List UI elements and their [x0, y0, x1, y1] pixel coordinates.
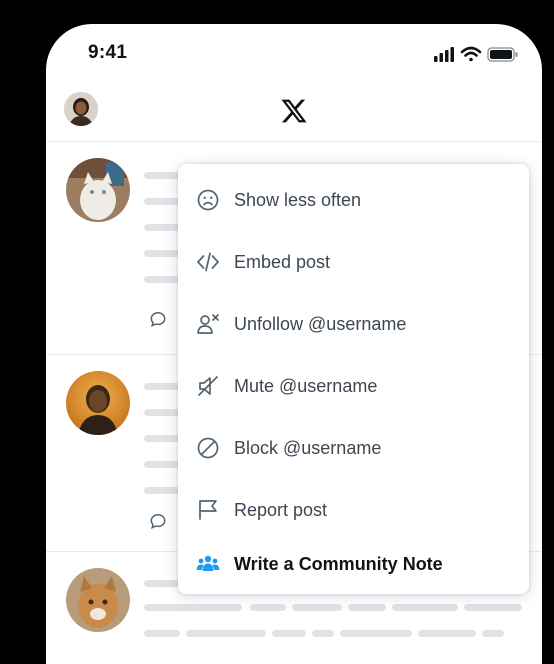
menu-item-mute[interactable]: Mute @username — [178, 357, 529, 415]
battery-icon — [487, 47, 518, 62]
placeholder-line — [418, 630, 476, 637]
reply-icon[interactable] — [148, 309, 168, 329]
wifi-icon — [460, 46, 482, 62]
profile-avatar[interactable] — [64, 92, 98, 126]
placeholder-line — [482, 630, 504, 637]
status-icons-svg — [434, 46, 518, 62]
signal-icon — [434, 47, 454, 62]
avatar-person-icon — [64, 92, 98, 126]
frown-face-icon — [197, 189, 219, 211]
mute-speaker-icon — [198, 376, 218, 396]
placeholder-line — [312, 630, 334, 637]
menu-item-report-post[interactable]: Report post — [178, 481, 529, 539]
x-logo-icon[interactable] — [280, 97, 308, 125]
placeholder-line — [340, 630, 412, 637]
status-time: 9:41 — [88, 42, 128, 63]
menu-item-show-less-often[interactable]: Show less often — [178, 171, 529, 229]
code-icon — [197, 252, 219, 272]
top-bar — [46, 86, 542, 142]
post-avatar-kitten[interactable] — [66, 568, 130, 632]
post-avatar-person[interactable] — [66, 371, 130, 435]
community-people-icon — [196, 555, 220, 571]
menu-item-label: Block @username — [234, 437, 382, 458]
placeholder-line — [186, 630, 266, 637]
unfollow-user-icon — [197, 314, 219, 334]
flag-icon — [199, 500, 217, 520]
block-icon — [197, 437, 219, 459]
placeholder-line — [272, 630, 306, 637]
placeholder-line — [292, 604, 342, 611]
menu-item-label: Embed post — [234, 251, 331, 272]
status-icons — [434, 44, 524, 71]
menu-item-label: Unfollow @username — [234, 313, 407, 334]
reply-icon[interactable] — [148, 511, 168, 531]
menu-item-label: Report post — [234, 499, 328, 520]
menu-item-label: Mute @username — [234, 375, 378, 396]
placeholder-line — [348, 604, 386, 611]
placeholder-line — [392, 604, 458, 611]
post-avatar-cat[interactable] — [66, 158, 130, 222]
menu-item-label: Show less often — [234, 189, 362, 210]
menu-item-write-community-note[interactable]: Write a Community Note — [178, 535, 529, 593]
kitten-photo-icon — [66, 568, 130, 632]
placeholder-line — [144, 630, 180, 637]
placeholder-line — [250, 604, 286, 611]
post-options-menu: Show less often Embed post Unfollow @use… — [178, 164, 529, 594]
cat-photo-icon — [66, 158, 130, 222]
placeholder-line — [464, 604, 522, 611]
menu-item-unfollow[interactable]: Unfollow @username — [178, 295, 529, 353]
person-photo-icon — [66, 371, 130, 435]
placeholder-line — [144, 604, 242, 611]
status-bar: 9:41 — [46, 24, 542, 86]
menu-item-label: Write a Community Note — [234, 553, 443, 574]
menu-item-embed-post[interactable]: Embed post — [178, 233, 529, 291]
menu-item-block[interactable]: Block @username — [178, 419, 529, 477]
